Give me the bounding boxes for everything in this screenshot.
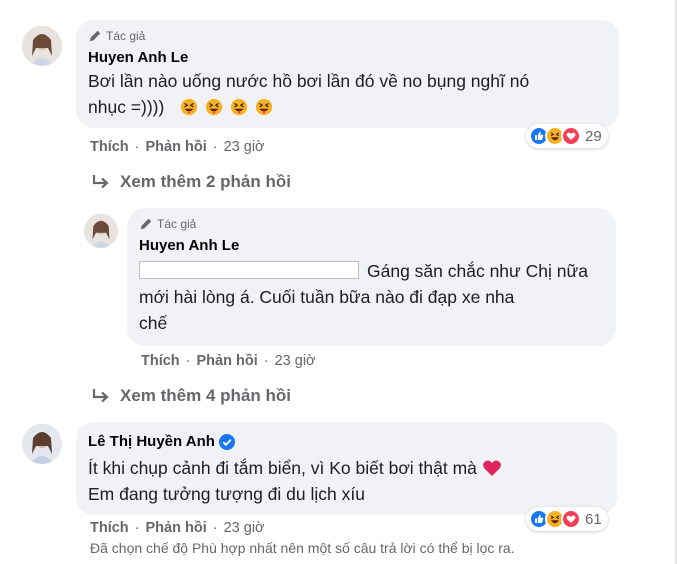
reply-arrow-icon bbox=[92, 175, 109, 189]
reaction-summary[interactable]: 61 bbox=[526, 507, 608, 531]
reply-bubble: Tác giả Huyen Anh Le Gáng săn chắc như C… bbox=[127, 208, 616, 346]
laughing-squint-emoji-icon bbox=[180, 98, 198, 116]
view-more-replies-label: Xem thêm 2 phản hồi bbox=[120, 172, 291, 191]
author-badge-label: Tác giả bbox=[157, 217, 197, 231]
like-button[interactable]: Thích bbox=[141, 353, 180, 369]
pencil-icon bbox=[89, 30, 101, 42]
view-more-replies-label: Xem thêm 4 phản hồi bbox=[120, 386, 291, 405]
author-badge: Tác giả bbox=[88, 28, 607, 44]
comment-text-line-2: mới hài lòng á. Cuối tuần bữa nào đi đạp… bbox=[139, 287, 515, 307]
comment-text-line-2: Em đang tưởng tượng đi du lịch xíu bbox=[88, 484, 365, 504]
comment-text-line: Bơi lần nào uống nước hồ bơi lần đó về n… bbox=[88, 71, 530, 91]
avatar[interactable] bbox=[22, 26, 62, 66]
comment-bubble: Lê Thị Huyền Anh Ít khi chụp cảnh đi tắm… bbox=[76, 422, 617, 515]
reaction-count: 29 bbox=[585, 127, 602, 145]
filter-notice: Đã chọn chế độ Phù hợp nhất nên một số c… bbox=[90, 540, 515, 556]
reply-button[interactable]: Phản hồi bbox=[146, 139, 207, 155]
author-badge-label: Tác giả bbox=[106, 29, 146, 43]
separator-dot: · bbox=[212, 520, 218, 536]
laughing-squint-emoji-icon bbox=[230, 98, 247, 116]
like-button[interactable]: Thích bbox=[90, 520, 129, 536]
separator-dot: · bbox=[185, 353, 191, 369]
verified-badge-icon bbox=[218, 434, 235, 450]
comment-text-line: Ít khi chụp cảnh đi tắm biển, vì Ko biết… bbox=[88, 455, 605, 481]
comment-actions: Thích · Phản hồi · 23 giờ bbox=[141, 353, 316, 369]
comment-author-row: Lê Thị Huyền Anh bbox=[88, 432, 605, 452]
pencil-icon bbox=[140, 218, 152, 230]
like-button[interactable]: Thích bbox=[90, 139, 129, 155]
reply-button[interactable]: Phản hồi bbox=[146, 520, 207, 536]
separator-dot: · bbox=[212, 139, 218, 155]
reaction-count: 61 bbox=[585, 510, 602, 528]
comment-text: Gáng săn chắc như Chị nữa bbox=[367, 261, 588, 281]
comment-timestamp[interactable]: 23 giờ bbox=[275, 353, 316, 369]
comment-text: nhục =)))) bbox=[88, 97, 165, 117]
separator-dot: · bbox=[134, 139, 140, 155]
mentioned-name-redacted[interactable] bbox=[139, 261, 359, 279]
reaction-summary[interactable]: 29 bbox=[526, 124, 608, 148]
comment-text: Ít khi chụp cảnh đi tắm biển, vì Ko biết… bbox=[88, 458, 477, 478]
love-reaction-icon bbox=[561, 509, 581, 529]
reply-button[interactable]: Phản hồi bbox=[197, 353, 258, 369]
comment-text-line-2: nhục =)))) bbox=[88, 94, 607, 120]
comment-bubble: Tác giả Huyen Anh Le Bơi lần nào uống nư… bbox=[76, 20, 619, 128]
avatar[interactable] bbox=[84, 214, 118, 248]
separator-dot: · bbox=[134, 520, 140, 536]
comment-author[interactable]: Lê Thị Huyền Anh bbox=[88, 432, 215, 452]
comment-timestamp[interactable]: 23 giờ bbox=[224, 520, 265, 536]
view-more-replies-button[interactable]: Xem thêm 2 phản hồi bbox=[92, 172, 291, 192]
comment-actions: Thích · Phản hồi · 23 giờ bbox=[90, 520, 265, 536]
red-heart-icon bbox=[482, 460, 501, 476]
comment-timestamp[interactable]: 23 giờ bbox=[224, 139, 265, 155]
reply-arrow-icon bbox=[92, 389, 109, 403]
laughing-squint-emoji-icon bbox=[205, 98, 223, 116]
laughing-squint-emoji-icon bbox=[255, 98, 272, 116]
comment-actions: Thích · Phản hồi · 23 giờ bbox=[90, 139, 265, 155]
comment-author[interactable]: Huyen Anh Le bbox=[139, 236, 604, 256]
comment-text-line: Gáng săn chắc như Chị nữa bbox=[139, 258, 604, 284]
author-badge: Tác giả bbox=[139, 216, 604, 232]
avatar[interactable] bbox=[22, 424, 62, 464]
love-reaction-icon bbox=[561, 126, 581, 146]
separator-dot: · bbox=[263, 353, 269, 369]
view-more-replies-button[interactable]: Xem thêm 4 phản hồi bbox=[92, 386, 291, 406]
comment-text-line-3: chế bbox=[139, 313, 168, 333]
comment-author[interactable]: Huyen Anh Le bbox=[88, 48, 607, 68]
